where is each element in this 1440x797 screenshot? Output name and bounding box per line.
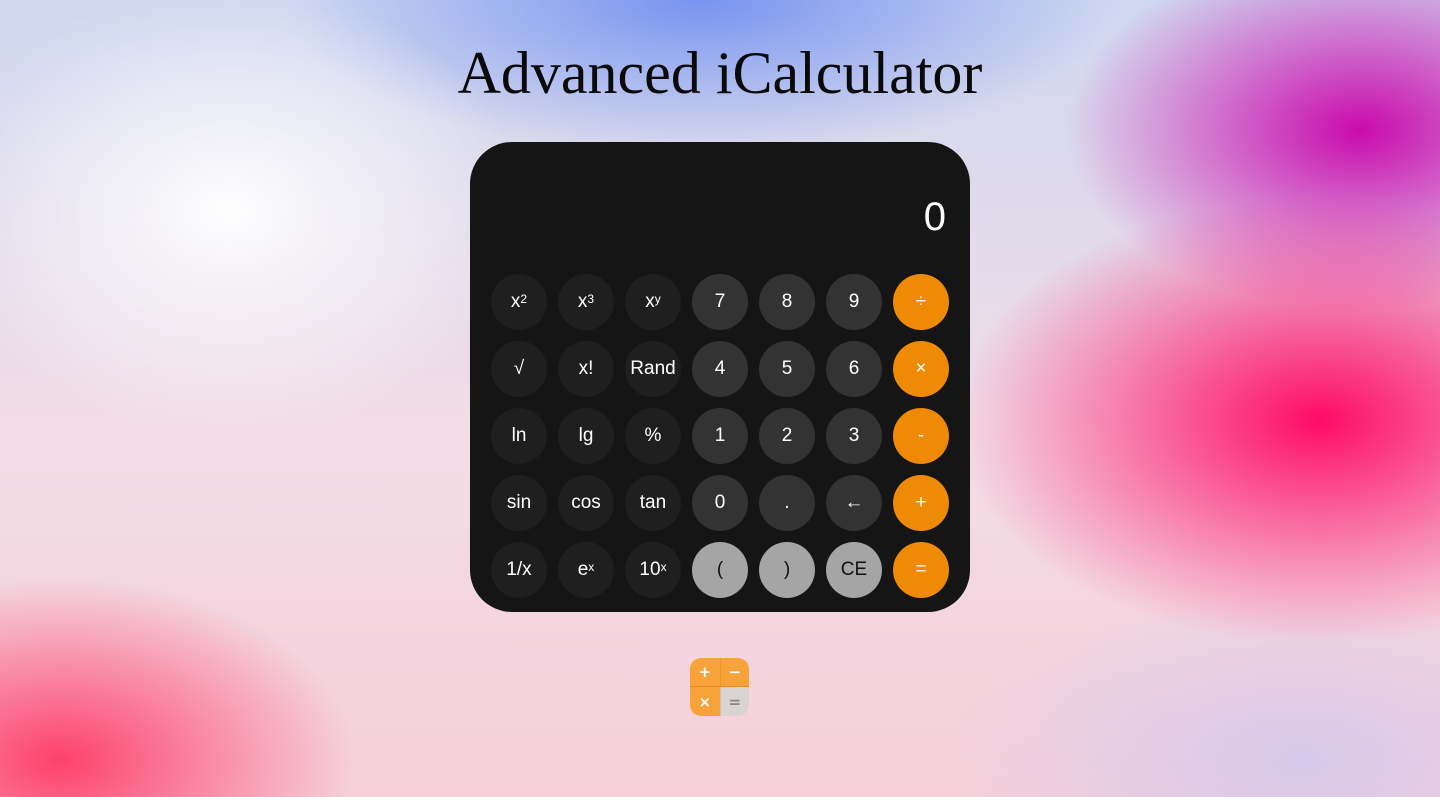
key-six-button[interactable]: 6 <box>826 341 882 397</box>
key-superscript-label: x <box>660 560 667 574</box>
key-percent-button[interactable]: % <box>625 408 681 464</box>
key-lg-button[interactable]: lg <box>558 408 614 464</box>
key-base-label: e <box>577 559 589 580</box>
key-base-label: x <box>510 291 521 312</box>
key-decimal-button[interactable]: . <box>759 475 815 531</box>
key-clear-entry-button[interactable]: CE <box>826 542 882 598</box>
key-tan-button[interactable]: tan <box>625 475 681 531</box>
key-add-button[interactable]: + <box>893 475 949 531</box>
minus-icon: − <box>719 658 749 687</box>
key-reciprocal-button[interactable]: 1/x <box>491 542 547 598</box>
key-four-button[interactable]: 4 <box>692 341 748 397</box>
key-open-paren-button[interactable]: ( <box>692 542 748 598</box>
plus-icon: + <box>690 658 720 687</box>
key-ln-button[interactable]: ln <box>491 408 547 464</box>
key-power-button[interactable]: xy <box>625 274 681 330</box>
key-exp-button[interactable]: ex <box>558 542 614 598</box>
key-eight-button[interactable]: 8 <box>759 274 815 330</box>
key-equals-button[interactable]: = <box>893 542 949 598</box>
key-two-button[interactable]: 2 <box>759 408 815 464</box>
key-five-button[interactable]: 5 <box>759 341 815 397</box>
multiply-icon: × <box>690 687 720 716</box>
key-one-button[interactable]: 1 <box>692 408 748 464</box>
key-base-label: 10 <box>639 559 661 580</box>
page-title: Advanced iCalculator <box>457 40 983 106</box>
calculator-display: 0 <box>923 195 946 239</box>
key-factorial-button[interactable]: x! <box>558 341 614 397</box>
key-backspace-button[interactable]: ← <box>826 475 882 531</box>
keypad: x 2 x 3 x y 7 8 9 ÷ √ x! Rand 4 5 6 × ln lg% 1 2 3- sin cos tan 0… <box>491 274 951 598</box>
equals-icon: = <box>719 687 749 716</box>
key-multiply-button[interactable]: × <box>893 341 949 397</box>
key-divide-button[interactable]: ÷ <box>893 274 949 330</box>
key-superscript-label: x <box>588 560 595 574</box>
key-base-label: x <box>645 291 655 312</box>
key-cos-button[interactable]: cos <box>558 475 614 531</box>
key-sin-button[interactable]: sin <box>491 475 547 531</box>
key-subtract-button[interactable]: - <box>893 408 949 464</box>
key-base-label: x <box>577 291 588 312</box>
key-ten-power-button[interactable]: 10 x <box>625 542 681 598</box>
key-nine-button[interactable]: 9 <box>826 274 882 330</box>
key-cube-button[interactable]: x3 <box>558 274 614 330</box>
key-superscript-label: 2 <box>520 292 528 306</box>
key-sqrt-button[interactable]: √ <box>491 341 547 397</box>
key-close-paren-button[interactable]: ) <box>759 542 815 598</box>
key-superscript-label: 3 <box>587 292 595 306</box>
calculator: 0 x 2 x 3 x y 7 8 9 ÷ √ x! Rand 4 5 6 × ln lg% 1 2 3- sin cos ta… <box>470 142 970 612</box>
key-zero-button[interactable]: 0 <box>692 475 748 531</box>
key-three-button[interactable]: 3 <box>826 408 882 464</box>
key-superscript-label: y <box>654 292 661 306</box>
key-square-button[interactable]: x2 <box>491 274 547 330</box>
key-rand-button[interactable]: Rand <box>625 341 681 397</box>
key-seven-button[interactable]: 7 <box>692 274 748 330</box>
calculator-app-icon[interactable]: + − × = <box>690 658 749 716</box>
